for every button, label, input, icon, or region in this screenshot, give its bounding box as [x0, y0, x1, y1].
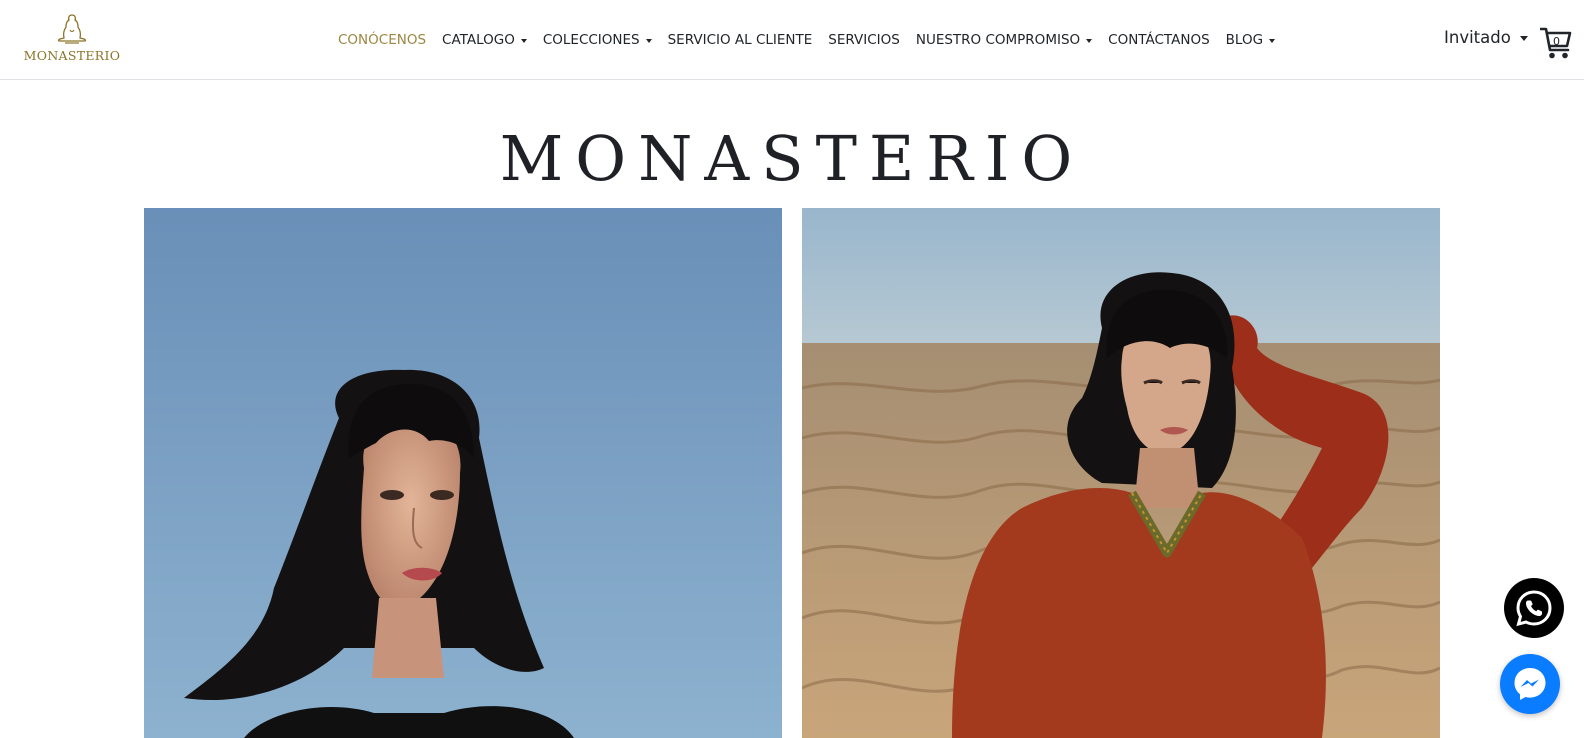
caret-down-icon [520, 38, 527, 43]
brand-logo[interactable]: MONASTERIO [16, 12, 128, 68]
messenger-button[interactable] [1500, 654, 1560, 714]
nav-item-label: CATALOGO [442, 32, 515, 48]
nav-item-label: CONÓCENOS [338, 32, 427, 48]
nav-item-label: CONTÁCTANOS [1108, 32, 1210, 48]
nav-item-servicios[interactable]: SERVICIOS [820, 32, 908, 48]
monk-silhouette-icon [57, 14, 87, 44]
user-menu-label: Invitado [1444, 28, 1511, 47]
site-header: MONASTERIO CONÓCENOS CATALOGO COLECCIONE… [0, 0, 1584, 80]
whatsapp-icon [1516, 590, 1552, 627]
nav-item-nuestro-compromiso[interactable]: NUESTRO COMPROMISO [908, 32, 1100, 48]
caret-down-icon [1269, 38, 1276, 43]
messenger-icon [1514, 668, 1546, 700]
hero-title: MONASTERIO [499, 122, 1085, 195]
nav-item-servicio-al-cliente[interactable]: SERVICIO AL CLIENTE [660, 32, 821, 48]
hero-photo-right [802, 208, 1440, 738]
nav-item-blog[interactable]: BLOG [1218, 32, 1283, 48]
hero-photo-left [144, 208, 782, 738]
caret-down-icon [1086, 38, 1093, 43]
whatsapp-button[interactable] [1504, 578, 1564, 638]
nav-item-label: NUESTRO COMPROMISO [915, 32, 1081, 48]
caret-down-icon [1519, 35, 1528, 41]
cart-count-badge: 0 [1553, 35, 1560, 48]
user-menu-dropdown[interactable]: Invitado [1444, 28, 1528, 47]
nav-item-label: SERVICIOS [828, 32, 900, 48]
logo-text: MONASTERIO [23, 48, 121, 63]
nav-item-colecciones[interactable]: COLECCIONES [535, 32, 660, 48]
nav-item-contactanos[interactable]: CONTÁCTANOS [1100, 32, 1218, 48]
nav-item-conocenos[interactable]: CONÓCENOS [330, 32, 434, 48]
nav-item-label: SERVICIO AL CLIENTE [667, 32, 813, 48]
nav-item-catalogo[interactable]: CATALOGO [434, 32, 535, 48]
nav-item-label: COLECCIONES [542, 32, 640, 48]
main-nav: CONÓCENOS CATALOGO COLECCIONES SERVICIO … [330, 0, 1283, 80]
cart-button[interactable]: 0 [1539, 26, 1572, 60]
nav-item-label: BLOG [1225, 32, 1264, 48]
caret-down-icon [645, 38, 652, 43]
